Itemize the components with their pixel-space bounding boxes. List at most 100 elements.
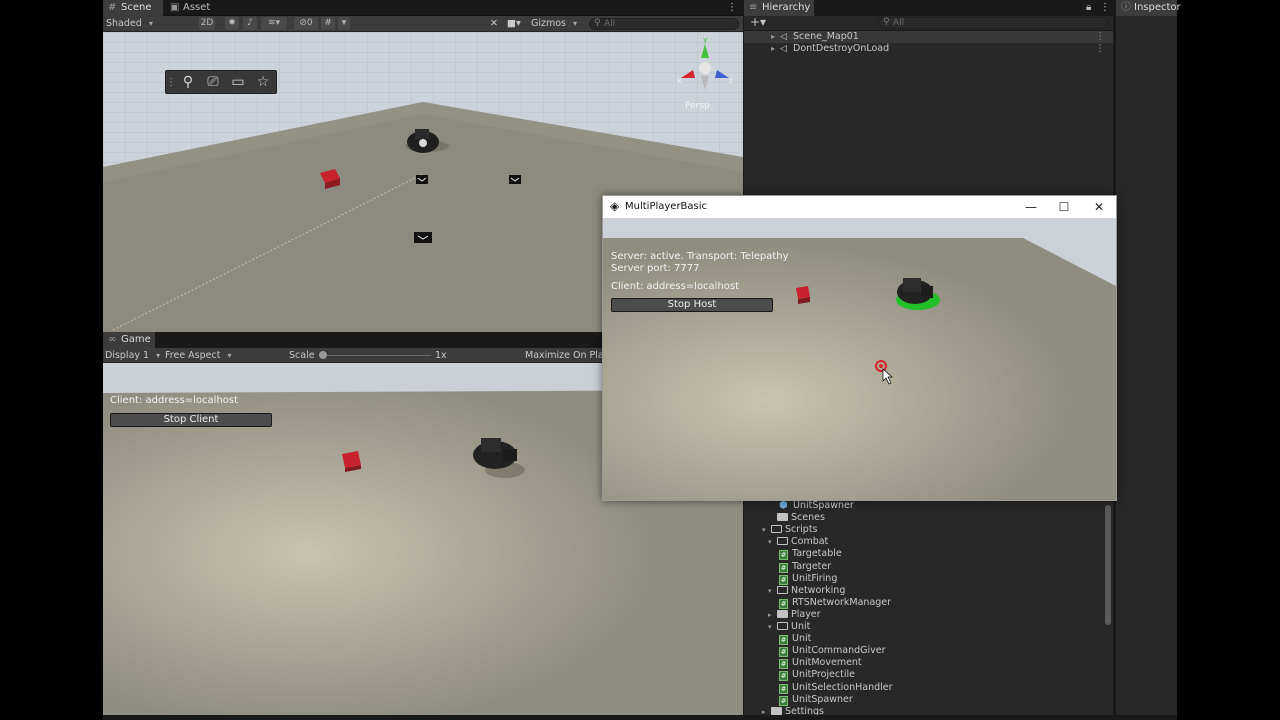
hidden-count: 0 — [306, 18, 313, 28]
tab-hierarchy[interactable]: ≡ Hierarchy — [744, 0, 814, 16]
more-options-icon[interactable]: ⋮ — [1096, 43, 1106, 55]
expand-arrow-icon[interactable]: ▸ — [771, 43, 775, 55]
unity-scene-icon: ◁ — [780, 44, 787, 54]
video-camera-icon[interactable]: ▭ — [227, 73, 249, 92]
server-status: Server: active. Transport: Telepathy — [611, 251, 789, 262]
project-item-label: UnitCommandGiver — [792, 645, 886, 657]
svg-text:x: x — [677, 76, 682, 85]
project-item[interactable]: ⬢ UnitSpawner — [779, 500, 854, 512]
scale-slider[interactable] — [319, 351, 431, 359]
maximize-icon[interactable]: ☐ — [1049, 199, 1079, 215]
project-item[interactable]: # UnitSelectionHandler — [779, 682, 893, 694]
project-item-label: RTSNetworkManager — [792, 596, 892, 608]
project-item[interactable]: Scenes — [768, 512, 825, 524]
list-icon: ≡ — [749, 2, 758, 13]
search-icon[interactable]: ⚲ — [177, 73, 199, 92]
stop-host-button[interactable]: Stop Host — [611, 298, 773, 312]
tab-scene-label: Scene — [121, 2, 152, 13]
project-item[interactable]: # RTSNetworkManager — [779, 597, 891, 609]
svg-text:z: z — [729, 76, 733, 85]
csharp-script-icon: # — [779, 562, 788, 573]
projection-label[interactable]: Persp — [685, 101, 710, 111]
shading-mode-dropdown[interactable]: Shaded — [106, 17, 192, 30]
panel-menu-icon[interactable]: ⋮ — [727, 0, 739, 16]
host-game-viewport[interactable]: Server: active. Transport: Telepathy Ser… — [603, 218, 1116, 500]
minimize-icon[interactable]: — — [1016, 199, 1046, 215]
star-icon[interactable]: ☆ — [252, 73, 274, 92]
expand-arrow-icon[interactable]: ▾ — [762, 524, 771, 536]
scale-label: Scale — [289, 350, 315, 361]
project-item-label: Targetable — [792, 548, 842, 560]
hierarchy-item-label: Scene_Map01 — [793, 31, 859, 42]
camera-dropdown-icon[interactable]: ■▾ — [507, 17, 529, 30]
csharp-script-icon: # — [779, 695, 788, 706]
project-item[interactable]: # Unit — [779, 633, 811, 646]
project-item[interactable]: ▾ Scripts — [762, 524, 818, 536]
tab-hierarchy-label: Hierarchy — [762, 2, 811, 13]
window-titlebar[interactable]: ◈ MultiPlayerBasic — ☐ ✕ — [603, 196, 1116, 218]
audio-toggle-icon[interactable]: ♪ — [243, 17, 257, 30]
shopping-bag-icon: ▣ — [170, 2, 180, 13]
inspector-tabbar: ⓘ Inspector — [1116, 0, 1181, 16]
tab-inspector[interactable]: ⓘ Inspector — [1116, 0, 1181, 16]
gizmos-dropdown[interactable]: Gizmos — [531, 17, 581, 30]
csharp-script-icon: # — [779, 598, 788, 609]
project-item[interactable]: # UnitFiring — [779, 573, 837, 585]
tab-inspector-label: Inspector — [1134, 2, 1181, 13]
project-item[interactable]: ▸ Player — [768, 609, 821, 621]
project-item[interactable]: # UnitSpawner — [779, 694, 853, 706]
csharp-script-icon: # — [779, 635, 788, 646]
gizmos-label: Gizmos — [531, 18, 567, 29]
stop-client-button[interactable]: Stop Client — [110, 413, 272, 427]
tab-game[interactable]: ∞ Game — [103, 332, 155, 348]
more-options-icon[interactable]: ⋮ — [1096, 31, 1106, 43]
project-item-label: UnitFiring — [792, 572, 838, 584]
scene-search-input[interactable]: All — [589, 18, 739, 30]
grid-dropdown-icon[interactable]: ▾ — [338, 17, 350, 30]
lighting-toggle-icon[interactable]: ✹ — [225, 17, 239, 30]
tools-icon[interactable]: ✕ — [487, 17, 501, 30]
project-item[interactable]: # UnitMovement — [779, 657, 862, 670]
folder-icon — [777, 537, 788, 546]
project-item-label: UnitMovement — [792, 657, 862, 669]
project-item[interactable]: # UnitProjectile — [779, 669, 855, 682]
effects-dropdown-icon[interactable]: ≋▾ — [261, 17, 287, 30]
project-item[interactable]: ▾ Unit — [768, 621, 810, 633]
panel-menu-icon[interactable]: ⋮ — [1100, 0, 1112, 16]
hidden-objects-toggle[interactable]: ⊘0 — [294, 17, 318, 30]
server-port: Server port: 7777 — [611, 263, 700, 274]
hierarchy-search-input[interactable]: All — [878, 17, 1108, 29]
expand-arrow-icon[interactable]: ▾ — [768, 536, 777, 548]
project-scrollbar[interactable] — [1105, 505, 1111, 625]
camera-move-icon[interactable]: ⎚ — [202, 73, 224, 92]
grid-toggle-icon[interactable]: # — [321, 17, 335, 30]
tab-game-label: Game — [121, 334, 151, 345]
scene-tabbar: # Scene ▣ Asset Store ⋮ — [103, 0, 743, 29]
tab-asset-store[interactable]: ▣ Asset Store — [165, 0, 245, 29]
hierarchy-item-dontdestroyonload[interactable]: ▸ ◁ DontDestroyOnLoad ⋮ — [744, 43, 1113, 55]
expand-arrow-icon[interactable]: ▸ — [768, 609, 777, 621]
folder-icon — [777, 513, 788, 522]
expand-arrow-icon[interactable]: ▸ — [771, 31, 775, 43]
aspect-dropdown[interactable]: Free Aspect — [165, 349, 281, 362]
close-icon[interactable]: ✕ — [1084, 199, 1114, 215]
project-item[interactable]: # Targeter — [779, 561, 831, 573]
project-item[interactable]: ▾ Combat — [768, 536, 828, 548]
tab-scene[interactable]: # Scene — [103, 0, 163, 16]
drag-handle-icon[interactable]: ⋮ — [166, 73, 176, 92]
hierarchy-item-scene[interactable]: ▸ ◁ Scene_Map01 ⋮ — [744, 31, 1113, 43]
inspector-body — [1116, 16, 1177, 720]
project-item-label: UnitSpawner — [792, 693, 853, 705]
toggle-2d-button[interactable]: 2D — [199, 17, 215, 30]
project-item[interactable]: # Targetable — [779, 548, 842, 561]
expand-arrow-icon[interactable]: ▾ — [768, 585, 777, 597]
lock-icon[interactable]: 🔒︎ — [1086, 0, 1098, 16]
add-object-dropdown-icon[interactable]: +▾ — [750, 16, 770, 29]
scale-slider-thumb[interactable] — [319, 351, 327, 359]
project-item[interactable]: # UnitCommandGiver — [779, 645, 886, 658]
project-item[interactable]: ▾ Networking — [768, 585, 845, 597]
unity-logo-icon: ◈ — [610, 199, 620, 213]
expand-arrow-icon[interactable]: ▾ — [768, 621, 777, 633]
game-client-status: Client: address=localhost — [110, 395, 239, 406]
display-dropdown: Display 1 — [105, 349, 161, 362]
